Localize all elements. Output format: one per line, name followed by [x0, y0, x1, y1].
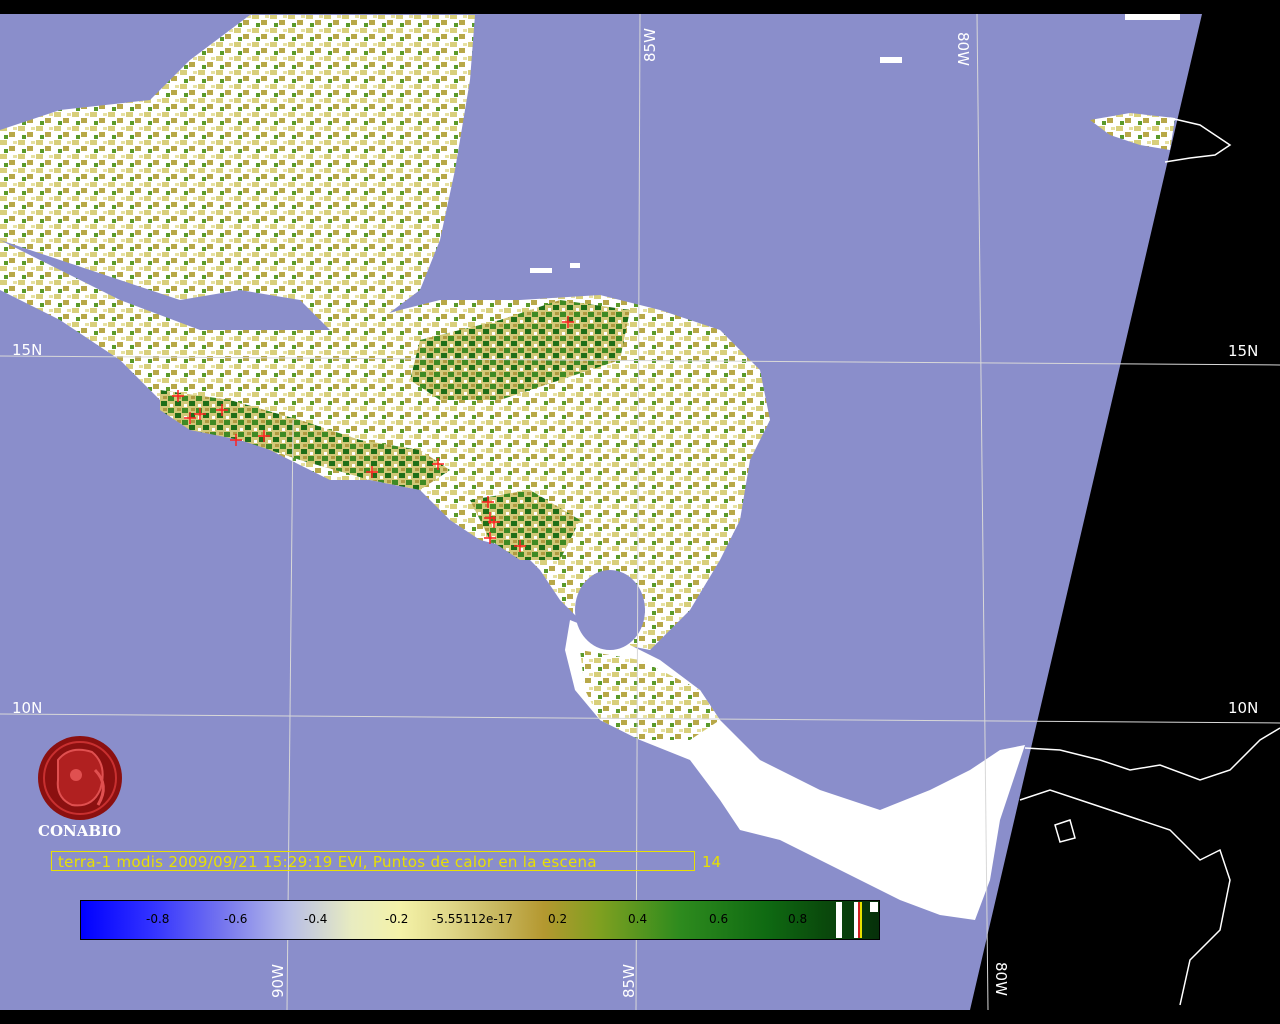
lake-nicaragua — [575, 570, 645, 650]
lon-label-85w-top: 85W — [641, 28, 659, 62]
colorbar-tick-label: -0.4 — [304, 912, 328, 926]
colorbar-tick-label: 0.2 — [548, 912, 568, 926]
island — [570, 263, 580, 268]
island — [530, 268, 552, 273]
lon-label-90w-bottom: 90W — [269, 964, 287, 998]
colorbar-tick-label: 0.8 — [788, 912, 808, 926]
colorbar-tick-label: -0.2 — [385, 912, 409, 926]
colorbar-tick-label: -5.55112e-17 — [432, 912, 513, 926]
lat-label-15n-left: 15N — [12, 341, 42, 359]
lat-label-10n-left: 10N — [12, 699, 42, 717]
conabio-logo-icon — [38, 736, 122, 820]
colorbar-tick-label: 0.4 — [628, 912, 648, 926]
hotspot-count: 14 — [702, 853, 722, 871]
colorbar-end-marks — [836, 902, 878, 938]
lon-label-80w-top: 80W — [954, 32, 972, 66]
colorbar-tick-label: 0.6 — [709, 912, 729, 926]
caption-text: terra-1 modis 2009/09/21 15:29:19 EVI, P… — [58, 853, 597, 871]
conabio-logo-text: CONABIO — [38, 822, 122, 840]
lon-label-85w-bottom: 85W — [620, 964, 638, 998]
island — [880, 57, 902, 63]
island — [1125, 14, 1180, 20]
lat-label-15n-right: 15N — [1228, 342, 1258, 360]
colorbar-tick-label: -0.6 — [224, 912, 248, 926]
lat-label-10n-right: 10N — [1228, 699, 1258, 717]
colorbar-tick-label: -0.8 — [146, 912, 170, 926]
lon-label-80w-bottom: 80W — [992, 962, 1010, 996]
